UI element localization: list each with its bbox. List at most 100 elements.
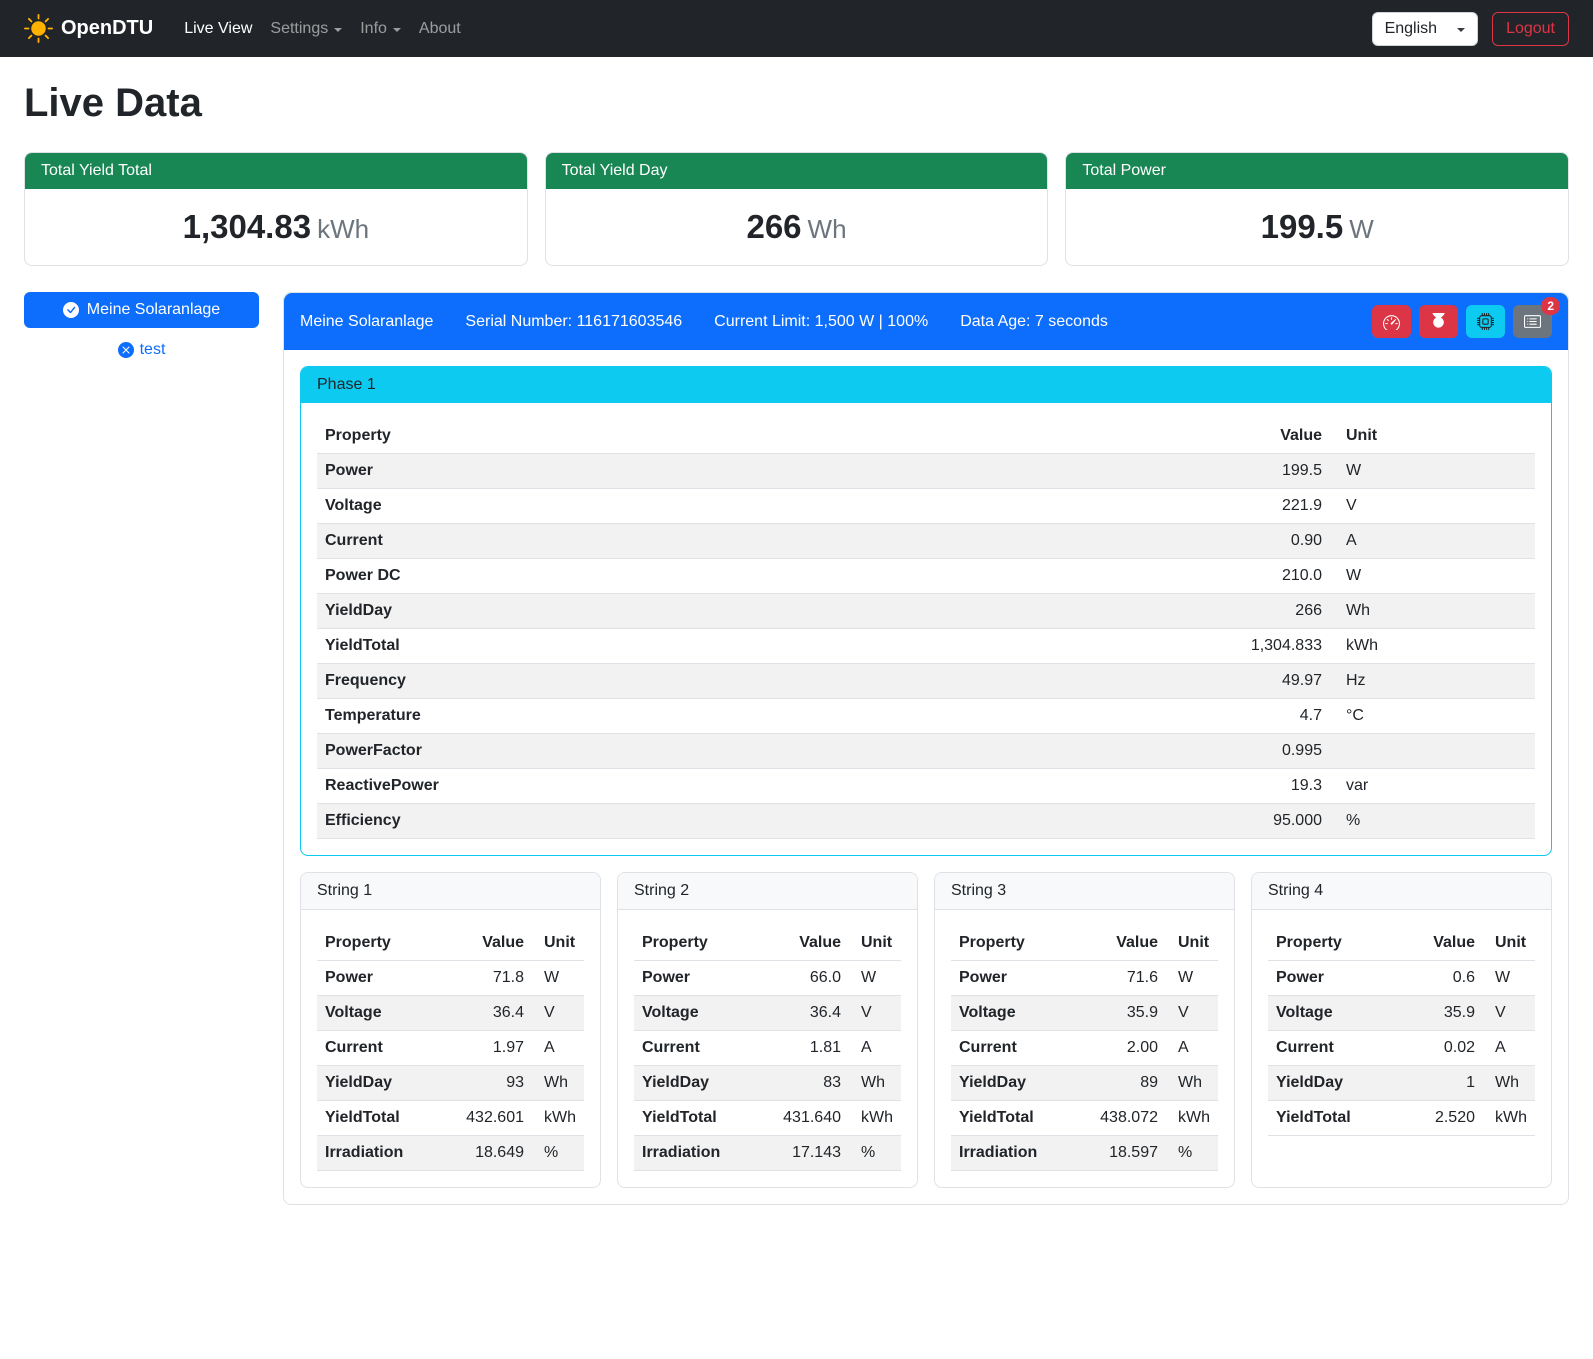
table-row: YieldDay1Wh <box>1268 1066 1535 1101</box>
brand[interactable]: OpenDTU <box>24 14 153 43</box>
table-row: Frequency49.97Hz <box>317 664 1535 699</box>
property-cell: Voltage <box>634 996 775 1031</box>
table-row: Current0.90A <box>317 524 1535 559</box>
unit-cell: V <box>1483 996 1535 1031</box>
value-cell: 89 <box>1092 1066 1166 1101</box>
value-cell: 2.520 <box>1411 1101 1483 1136</box>
value-cell: 1.97 <box>458 1031 532 1066</box>
table-row: YieldDay89Wh <box>951 1066 1218 1101</box>
check-circle-icon <box>63 302 79 318</box>
value-cell: 71.6 <box>1092 961 1166 996</box>
limit-settings-button[interactable] <box>1372 305 1411 338</box>
property-cell: Voltage <box>317 996 458 1031</box>
unit-cell: kWh <box>532 1101 584 1136</box>
card-unit: Wh <box>808 214 847 244</box>
unit-cell: kWh <box>1483 1101 1535 1136</box>
property-cell: Irradiation <box>317 1136 458 1171</box>
property-cell: YieldTotal <box>1268 1101 1411 1136</box>
phase-table: PropertyValueUnit Power199.5W Voltage221… <box>317 419 1535 839</box>
table-row: YieldTotal438.072kWh <box>951 1101 1218 1136</box>
value-cell: 17.143 <box>775 1136 849 1171</box>
value-cell: 210.0 <box>1210 559 1330 594</box>
inverter-select-button[interactable]: Meine Solaranlage <box>24 292 259 328</box>
table-row: Efficiency95.000% <box>317 804 1535 839</box>
property-cell: Irradiation <box>634 1136 775 1171</box>
unit-cell: % <box>532 1136 584 1171</box>
table-row: Voltage221.9V <box>317 489 1535 524</box>
property-cell: ReactivePower <box>317 769 1210 804</box>
property-cell: Frequency <box>317 664 1210 699</box>
property-cell: YieldTotal <box>317 629 1210 664</box>
inverter-test-label: test <box>140 341 166 359</box>
nav-about[interactable]: About <box>410 12 470 46</box>
total-yield-total-card: Total Yield Total 1,304.83kWh <box>24 152 528 266</box>
nav-live-view[interactable]: Live View <box>175 12 261 46</box>
value-cell: 1.81 <box>775 1031 849 1066</box>
notification-badge: 2 <box>1541 297 1560 315</box>
table-row: Voltage36.4V <box>634 996 901 1031</box>
nav-settings[interactable]: Settings <box>261 12 351 46</box>
navbar: OpenDTU Live View Settings Info About En… <box>0 0 1593 57</box>
card-value: 266 <box>746 208 801 245</box>
inverter-limit: Current Limit: 1,500 W | 100% <box>714 313 928 331</box>
unit-header: Unit <box>1483 926 1535 961</box>
journal-list-icon <box>1524 313 1541 330</box>
string-table: PropertyValueUnit Power71.6W Voltage35.9… <box>951 926 1218 1171</box>
property-cell: Current <box>951 1031 1092 1066</box>
table-row: PowerFactor0.995 <box>317 734 1535 769</box>
inverter-test-link[interactable]: test <box>24 341 259 359</box>
property-cell: YieldTotal <box>634 1101 775 1136</box>
nav-about-label: About <box>419 20 461 38</box>
unit-cell: Wh <box>1483 1066 1535 1101</box>
table-row: Power DC210.0W <box>317 559 1535 594</box>
value-cell: 49.97 <box>1210 664 1330 699</box>
phase-title: Phase 1 <box>301 367 1551 403</box>
inverter-actions: 2 <box>1372 305 1552 338</box>
table-header-row: PropertyValueUnit <box>951 926 1218 961</box>
unit-header: Unit <box>1166 926 1218 961</box>
chevron-down-icon <box>334 28 342 32</box>
unit-cell: Wh <box>1166 1066 1218 1101</box>
string-body: PropertyValueUnit Power66.0W Voltage36.4… <box>618 910 917 1187</box>
inverter-panel-header: Meine Solaranlage Serial Number: 1161716… <box>284 293 1568 350</box>
table-header-row: PropertyValueUnit <box>1268 926 1535 961</box>
table-row: YieldTotal431.640kWh <box>634 1101 901 1136</box>
logout-button[interactable]: Logout <box>1492 12 1569 46</box>
property-cell: PowerFactor <box>317 734 1210 769</box>
card-unit: kWh <box>317 214 369 244</box>
value-cell: 199.5 <box>1210 454 1330 489</box>
table-row: YieldDay266Wh <box>317 594 1535 629</box>
table-row: YieldDay93Wh <box>317 1066 584 1101</box>
x-circle-icon[interactable] <box>118 342 134 358</box>
value-cell: 1,304.833 <box>1210 629 1330 664</box>
card-value: 199.5 <box>1261 208 1344 245</box>
language-select[interactable]: English <box>1372 12 1478 46</box>
unit-header: Unit <box>1330 419 1535 454</box>
unit-cell: A <box>849 1031 901 1066</box>
event-log-button[interactable]: 2 <box>1513 305 1552 338</box>
table-row: Voltage35.9V <box>1268 996 1535 1031</box>
string-table: PropertyValueUnit Power0.6W Voltage35.9V… <box>1268 926 1535 1136</box>
value-header: Value <box>1210 419 1330 454</box>
unit-cell: V <box>1330 489 1535 524</box>
unit-cell: V <box>532 996 584 1031</box>
total-power-card: Total Power 199.5W <box>1065 152 1569 266</box>
card-value-row: 1,304.83kWh <box>25 189 527 265</box>
unit-cell: W <box>1166 961 1218 996</box>
string-body: PropertyValueUnit Power71.8W Voltage36.4… <box>301 910 600 1187</box>
property-cell: Power <box>634 961 775 996</box>
nav-info[interactable]: Info <box>351 12 410 46</box>
property-cell: YieldDay <box>317 594 1210 629</box>
card-unit: W <box>1349 214 1374 244</box>
value-cell: 66.0 <box>775 961 849 996</box>
cpu-icon <box>1477 313 1494 330</box>
power-toggle-button[interactable] <box>1419 305 1458 338</box>
table-row: Power199.5W <box>317 454 1535 489</box>
value-cell: 35.9 <box>1411 996 1483 1031</box>
string-1-card: String 1 PropertyValueUnit Power71.8W Vo… <box>300 872 601 1188</box>
property-cell: YieldDay <box>1268 1066 1411 1101</box>
value-cell: 4.7 <box>1210 699 1330 734</box>
value-cell: 0.90 <box>1210 524 1330 559</box>
device-info-button[interactable] <box>1466 305 1505 338</box>
property-cell: Current <box>317 1031 458 1066</box>
